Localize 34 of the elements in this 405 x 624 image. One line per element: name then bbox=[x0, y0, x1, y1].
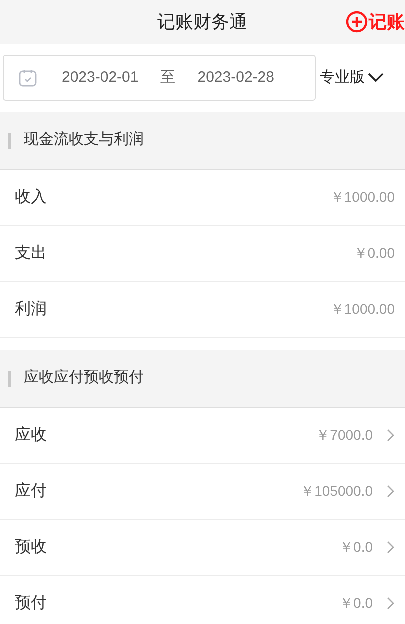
section-title: 应收应付预收预付 bbox=[24, 368, 144, 388]
row-amount: ￥1000.00 bbox=[330, 300, 395, 319]
row-label: 预付 bbox=[15, 594, 47, 614]
row-amount: ￥0.0 bbox=[340, 538, 373, 557]
row-label: 利润 bbox=[15, 300, 47, 320]
row-amount: ￥0.0 bbox=[340, 594, 373, 613]
end-date: 2023-02-28 bbox=[198, 68, 274, 88]
row-label: 收入 bbox=[15, 188, 47, 208]
row-label: 预收 bbox=[15, 538, 47, 558]
page-title: 记账财务通 bbox=[158, 10, 248, 34]
row-amount: ￥1000.00 bbox=[330, 188, 395, 207]
date-separator: 至 bbox=[160, 68, 176, 88]
section-title: 现金流收支与利润 bbox=[24, 130, 144, 150]
summary-row[interactable]: 预付 ￥0.0 bbox=[0, 576, 405, 624]
chevron-right-icon bbox=[387, 485, 395, 498]
row-amount: ￥0.00 bbox=[354, 244, 395, 263]
start-date: 2023-02-01 bbox=[62, 68, 139, 88]
date-range-field[interactable]: 2023-02-01 至 2023-02-28 bbox=[3, 55, 316, 101]
summary-row[interactable]: 应收 ￥7000.0 bbox=[0, 408, 405, 464]
plus-circle-icon bbox=[346, 11, 368, 33]
calendar-icon bbox=[18, 68, 38, 88]
chevron-right-icon bbox=[387, 429, 395, 442]
summary-row[interactable]: 预收 ￥0.0 bbox=[0, 520, 405, 576]
row-label: 支出 bbox=[15, 244, 47, 264]
row-label: 应付 bbox=[15, 482, 47, 502]
row-label: 应收 bbox=[15, 426, 47, 446]
summary-row[interactable]: 应付 ￥105000.0 bbox=[0, 464, 405, 520]
row-amount: ￥7000.0 bbox=[316, 426, 373, 445]
edition-dropdown[interactable]: 专业版 bbox=[320, 66, 384, 90]
add-record-button[interactable]: 记账 bbox=[346, 0, 405, 44]
row-amount: ￥105000.0 bbox=[300, 482, 373, 501]
chevron-right-icon bbox=[387, 597, 395, 610]
chevron-right-icon bbox=[387, 541, 395, 554]
chevron-down-icon bbox=[368, 73, 384, 83]
